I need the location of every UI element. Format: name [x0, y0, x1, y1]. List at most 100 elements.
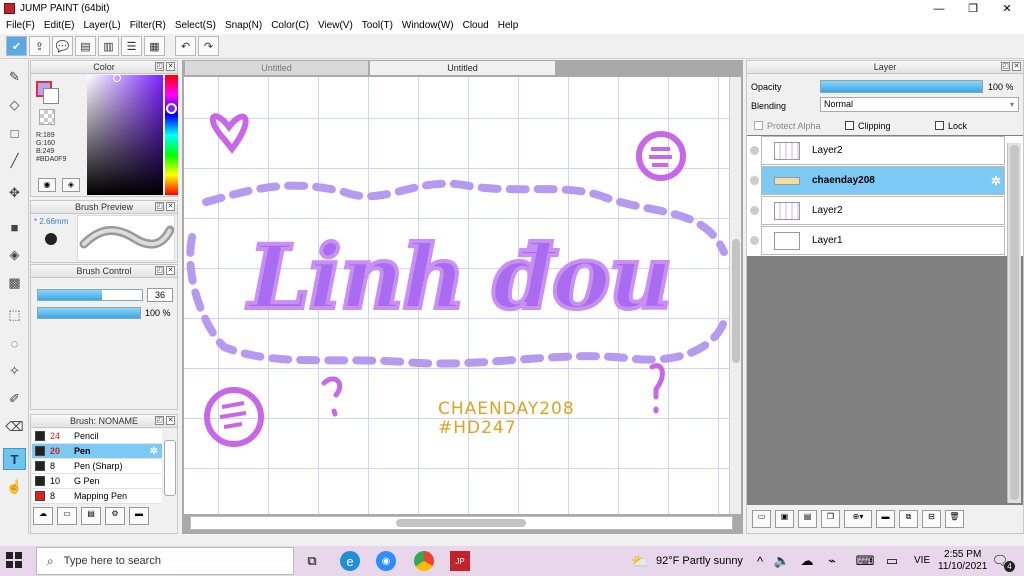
menu-select[interactable]: Select(S) — [175, 20, 216, 31]
background-color-swatch[interactable] — [43, 88, 59, 104]
fill-rect-tool-icon[interactable]: ■ — [3, 216, 26, 238]
brush-tool-icon[interactable]: ✎ — [3, 66, 26, 88]
menu-tool[interactable]: Tool(T) — [362, 20, 393, 31]
lasso-tool-icon[interactable]: ◌ — [3, 332, 26, 354]
brush-menu-icon[interactable]: ▤ — [81, 507, 101, 525]
merge-layer-icon[interactable]: ⧉ — [899, 510, 918, 528]
brush-cloud-icon[interactable]: ☁ — [33, 507, 53, 525]
taskbar-search-box[interactable]: ⌕ Type here to search — [36, 547, 294, 575]
rect-select-tool-icon[interactable]: ⬚ — [3, 304, 26, 326]
brush-item-mapping-pen[interactable]: 8 Mapping Pen — [32, 489, 162, 504]
network-icon[interactable]: ⌁ — [822, 551, 842, 571]
sv-cursor[interactable] — [113, 74, 121, 82]
task-view-icon[interactable]: ⧉ — [302, 551, 322, 571]
panel-undock-icon[interactable]: ◰ — [155, 266, 164, 275]
add-layer-dropdown-icon[interactable]: ⊕▾ — [844, 510, 872, 528]
menu-layer[interactable]: Layer(L) — [83, 20, 120, 31]
select-pen-tool-icon[interactable]: ✐ — [3, 388, 26, 410]
brush-folder-icon[interactable]: ▬ — [129, 507, 149, 525]
layer-row[interactable]: Layer1 — [750, 226, 1005, 255]
duplicate-layer-icon[interactable]: ❐ — [821, 510, 840, 528]
menu-help[interactable]: Help — [498, 20, 519, 31]
panel-close-icon[interactable]: ✕ — [166, 416, 175, 425]
tab-untitled-1[interactable]: Untitled — [184, 60, 369, 76]
panel-undock-icon[interactable]: ◰ — [155, 62, 164, 71]
new-layer-1bit-icon[interactable]: ▤ — [798, 510, 817, 528]
panel-undock-icon[interactable]: ◰ — [155, 416, 164, 425]
layer-visibility-icon[interactable] — [750, 206, 759, 215]
brush-opacity-slider[interactable] — [37, 307, 141, 319]
share-icon[interactable]: ⇪ — [29, 36, 50, 56]
minimize-button[interactable]: — — [922, 0, 956, 17]
hue-cursor[interactable] — [166, 103, 177, 114]
new-layer-icon[interactable]: ▭ — [752, 510, 771, 528]
cloud-sync-icon[interactable]: ✔ — [6, 36, 27, 56]
layer-list-scrollbar[interactable] — [1007, 143, 1021, 503]
taskbar-clock[interactable]: 2:55 PM 11/10/2021 — [938, 549, 987, 573]
select-eraser-tool-icon[interactable]: ⌫ — [3, 416, 26, 438]
panel-close-icon[interactable]: ✕ — [166, 202, 175, 211]
hue-slider[interactable] — [165, 75, 178, 195]
input-language[interactable]: VIE — [914, 555, 930, 566]
menu-filter[interactable]: Filter(R) — [130, 20, 166, 31]
panel-close-icon[interactable]: ✕ — [1012, 62, 1021, 71]
protect-alpha-checkbox[interactable] — [754, 121, 763, 130]
new-brush-icon[interactable]: ▭ — [57, 507, 77, 525]
shape-tool-icon[interactable]: □ — [3, 122, 26, 144]
bucket-tool-icon[interactable]: ◈ — [3, 244, 26, 266]
comment-icon[interactable]: 💬 — [52, 36, 73, 56]
redo-icon[interactable]: ↷ — [198, 36, 219, 56]
canvas-horizontal-scrollbar[interactable] — [190, 516, 733, 530]
windows-start-icon[interactable] — [6, 552, 24, 570]
horizontal-scroll-thumb[interactable] — [396, 519, 526, 527]
brush-item-pen[interactable]: 20 Pen ✲ — [32, 444, 162, 459]
drawing-canvas[interactable]: Linh đou CHAENDAY208 #HD247 — [184, 77, 729, 514]
vertical-scroll-thumb[interactable] — [732, 239, 740, 363]
brush-settings-button-icon[interactable]: ⚙ — [105, 507, 125, 525]
layer-visibility-icon[interactable] — [750, 146, 759, 155]
new-layer-8bit-icon[interactable]: ▣ — [775, 510, 794, 528]
hand-tool-icon[interactable]: ☝ — [3, 476, 26, 498]
magic-wand-tool-icon[interactable]: ✧ — [3, 360, 26, 382]
menu-window[interactable]: Window(W) — [402, 20, 454, 31]
tab-untitled-2[interactable]: Untitled — [369, 60, 556, 76]
brush-item-pen-sharp[interactable]: 8 Pen (Sharp) — [32, 459, 162, 474]
blending-select[interactable]: Normal ▾ — [820, 97, 1019, 112]
menu-snap[interactable]: Snap(N) — [225, 20, 262, 31]
message-icon[interactable]: ▤ — [75, 36, 96, 56]
brush-size-slider[interactable] — [37, 289, 143, 301]
brush-size-input[interactable]: 36 — [147, 288, 173, 302]
edge-browser-icon[interactable]: e — [340, 551, 360, 571]
list-icon[interactable]: ☰ — [121, 36, 142, 56]
menu-view[interactable]: View(V) — [318, 20, 353, 31]
chevron-up-icon[interactable]: ^ — [750, 551, 770, 571]
layer-opacity-slider[interactable] — [820, 80, 983, 93]
delete-layer-icon[interactable]: 🗑 — [945, 510, 964, 528]
menu-cloud[interactable]: Cloud — [463, 20, 489, 31]
layer-row-selected[interactable]: chaenday208 ✲ — [750, 166, 1005, 195]
saturation-value-picker[interactable] — [87, 75, 163, 195]
zoom-app-icon[interactable]: ◉ — [376, 551, 396, 571]
panel-undock-icon[interactable]: ◰ — [155, 202, 164, 211]
brush-item-g-pen[interactable]: 10 G Pen — [32, 474, 162, 489]
jump-paint-taskbar-icon[interactable]: JP — [450, 551, 470, 571]
display-icon[interactable]: ▭ — [882, 551, 902, 571]
keyboard-icon[interactable]: ⌨ — [855, 551, 875, 571]
undo-icon[interactable]: ↶ — [175, 36, 196, 56]
layer-row[interactable]: Layer2 — [750, 136, 1005, 165]
brush-list-scrollbar[interactable] — [164, 440, 176, 496]
eraser-tool-icon[interactable]: ◇ — [3, 94, 26, 116]
brush-settings-icon[interactable]: ✲ — [150, 446, 158, 457]
layer-settings-icon[interactable]: ✲ — [991, 174, 1001, 188]
color-mode-button-1[interactable]: ◉ — [38, 178, 56, 192]
panel-close-icon[interactable]: ✕ — [166, 62, 175, 71]
maximize-button[interactable]: ❐ — [956, 0, 990, 17]
speaker-icon[interactable]: 🔈 — [772, 551, 792, 571]
panel-close-icon[interactable]: ✕ — [166, 266, 175, 275]
new-folder-icon[interactable]: ▬ — [876, 510, 895, 528]
panel-undock-icon[interactable]: ◰ — [1001, 62, 1010, 71]
grid-settings-icon[interactable]: ▦ — [144, 36, 165, 56]
weather-text[interactable]: 92°F Partly sunny — [656, 555, 743, 567]
canvas-vertical-scrollbar[interactable] — [729, 77, 741, 514]
color-mode-button-2[interactable]: ◈ — [62, 178, 80, 192]
